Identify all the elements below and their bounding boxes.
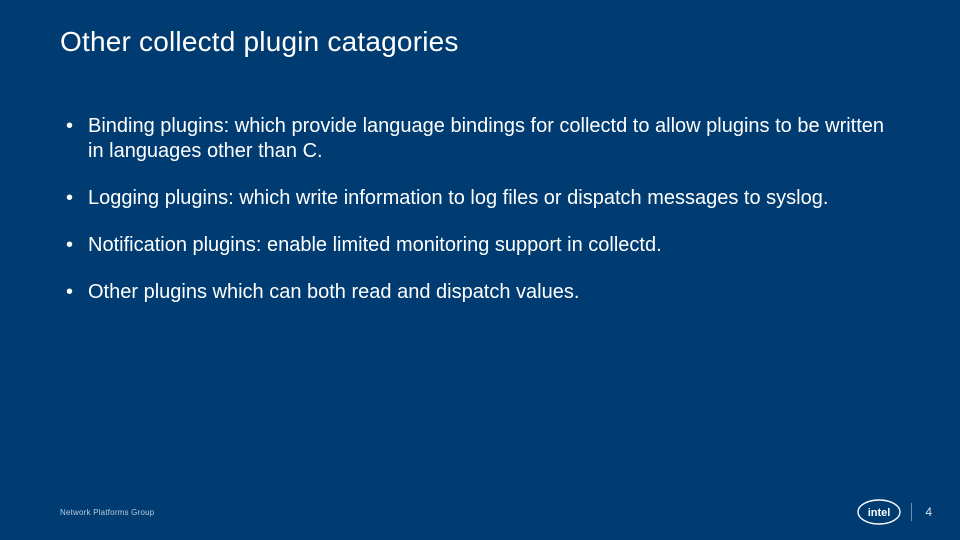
slide: Other collectd plugin catagories Binding… [0,0,960,540]
list-item: Logging plugins: which write information… [60,186,900,211]
bullet-list: Binding plugins: which provide language … [60,114,900,305]
page-number: 4 [922,505,932,519]
list-item: Other plugins which can both read and di… [60,280,900,305]
footer-right: intel 4 [857,499,932,525]
logo-text: intel [868,507,891,519]
list-item: Binding plugins: which provide language … [60,114,900,164]
slide-title: Other collectd plugin catagories [60,26,900,58]
footer-divider [911,503,912,521]
footer-group-label: Network Platforms Group [60,508,154,517]
intel-logo-icon: intel [857,499,901,525]
slide-footer: Network Platforms Group intel 4 [0,498,960,526]
list-item: Notification plugins: enable limited mon… [60,233,900,258]
